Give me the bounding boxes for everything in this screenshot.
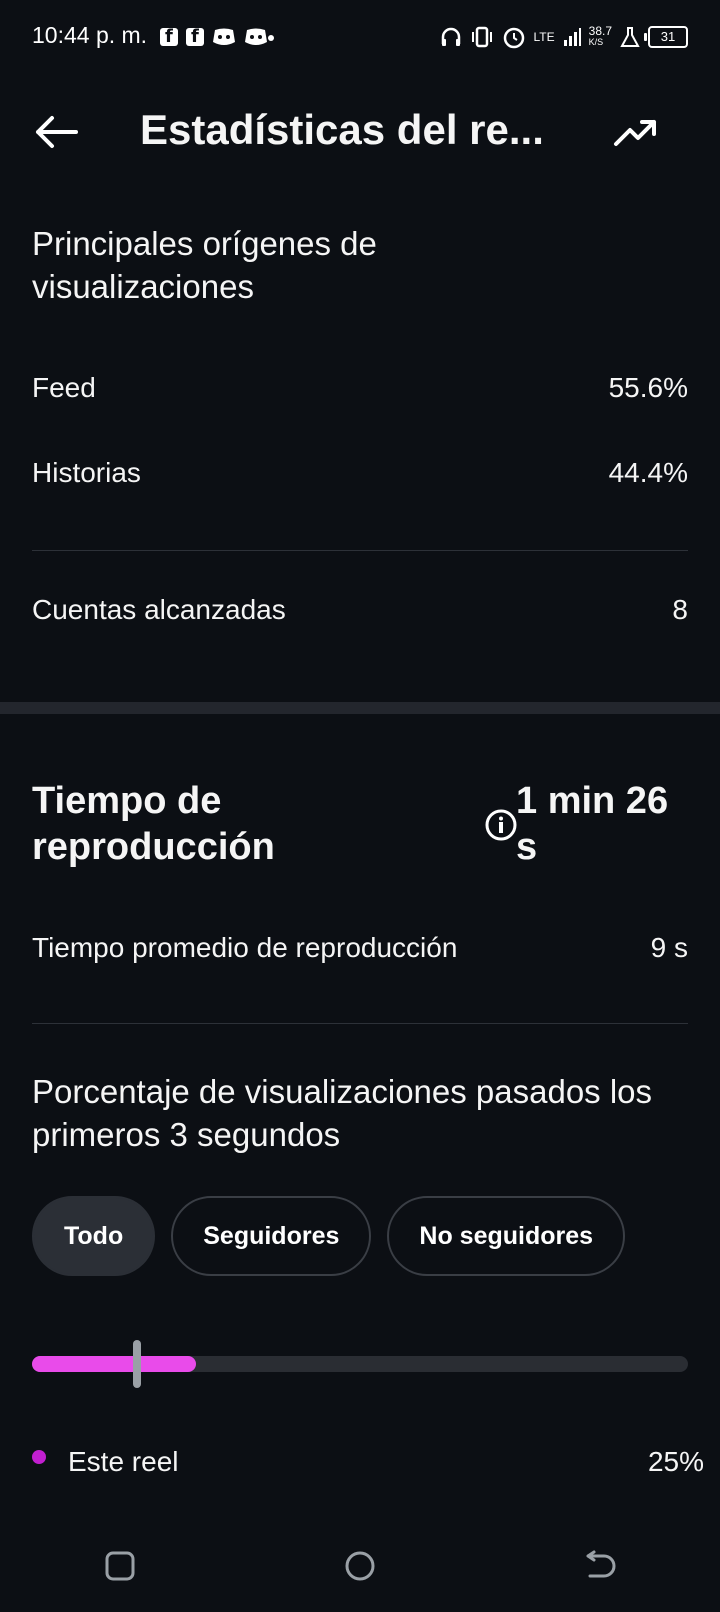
divider — [32, 550, 688, 551]
vibrate-icon — [471, 26, 492, 48]
tab-followers[interactable]: Seguidores — [171, 1196, 372, 1276]
info-icon — [485, 809, 517, 841]
square-icon — [105, 1551, 135, 1581]
reach-value: 8 — [672, 594, 688, 625]
playtime-value: 1 min 26 s — [516, 780, 669, 868]
back-nav-icon — [586, 1550, 616, 1578]
discord-icon — [213, 28, 235, 45]
avg-playtime-value: 9 s — [650, 932, 688, 963]
trending-button[interactable] — [608, 104, 664, 160]
playtime-title: Tiempo de reproducción — [32, 780, 275, 868]
network-speed-unit: K/S — [588, 37, 604, 47]
legend-value: 25% — [647, 1446, 704, 1477]
avg-playtime-label: Tiempo promedio de reproducción — [32, 932, 458, 963]
tab-all[interactable]: Todo — [32, 1196, 156, 1276]
section-divider — [0, 702, 720, 714]
info-button[interactable] — [484, 808, 518, 842]
sources-title: Principales orígenes de visualizaciones — [32, 225, 377, 305]
source-value-stories: 44.4% — [608, 457, 688, 488]
signal-icon — [563, 28, 581, 46]
system-nav-bar — [0, 1520, 720, 1612]
headphones-icon — [441, 27, 460, 46]
alarm-icon — [503, 27, 524, 49]
legend-dot — [32, 1450, 46, 1464]
system-status-icons: LTE 38.7 K/S 31 — [440, 20, 688, 54]
notification-icons — [160, 20, 274, 54]
source-value-feed: 55.6% — [608, 372, 688, 403]
back-button[interactable] — [28, 104, 84, 160]
back-nav-button[interactable] — [570, 1536, 630, 1596]
reach-label: Cuentas alcanzadas — [32, 594, 286, 625]
facebook-icon — [160, 26, 178, 47]
retention-title: Porcentaje de visualizaciones pasados lo… — [32, 1073, 653, 1153]
battery-icon: 31 — [644, 26, 688, 48]
recents-button[interactable] — [90, 1536, 150, 1596]
page-title: Estadísticas del re... — [140, 106, 544, 153]
tab-non-followers[interactable]: No seguidores — [387, 1196, 626, 1276]
source-label-feed: Feed — [32, 372, 96, 403]
trending-up-icon — [614, 120, 656, 146]
source-label-stories: Historias — [32, 457, 141, 488]
home-button[interactable] — [330, 1536, 390, 1596]
audience-tabs: Todo Seguidores No seguidores — [32, 1196, 626, 1276]
facebook-icon — [186, 26, 204, 47]
discord-icon — [245, 28, 274, 45]
legend-label: Este reel — [68, 1446, 179, 1477]
retention-bar-fill — [32, 1356, 196, 1372]
back-arrow-icon — [36, 116, 78, 148]
flask-icon — [620, 27, 640, 47]
retention-bar-marker — [132, 1340, 141, 1388]
network-speed: 38.7 — [588, 24, 612, 38]
status-time: 10:44 p. m. — [32, 22, 148, 48]
circle-icon — [345, 1551, 375, 1581]
divider — [32, 1023, 688, 1024]
network-type: LTE — [533, 30, 555, 44]
